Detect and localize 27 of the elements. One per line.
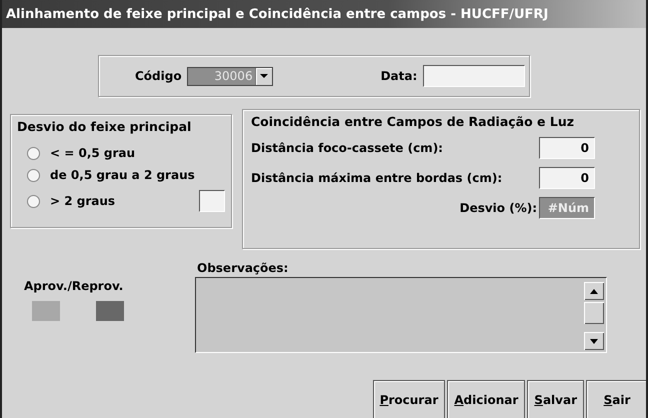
- notes-label: Observações:: [197, 261, 290, 275]
- window-title: Alinhamento de feixe principal e Coincidência entre campos - HUCFF/UFRJ: [2, 0, 646, 28]
- field-label: Distância máxima entre bordas (cm):: [251, 171, 504, 185]
- radio-button[interactable]: [27, 194, 40, 208]
- field-label: Desvio (%):: [458, 201, 538, 215]
- group-title: Desvio do feixe principal: [17, 119, 192, 134]
- radio-button[interactable]: [27, 146, 40, 160]
- approval-label: Aprov./Reprov.: [24, 279, 124, 293]
- number-field[interactable]: 0: [539, 167, 595, 189]
- group-title: Coincidência entre Campos de Radiação e Luz: [251, 114, 576, 129]
- date-field[interactable]: [423, 65, 526, 87]
- notes-field[interactable]: [195, 277, 607, 353]
- date-label: Data:: [380, 69, 418, 83]
- action-button[interactable]: Salvar: [527, 380, 584, 418]
- scroll-down-icon[interactable]: [584, 332, 604, 350]
- radio-label[interactable]: de 0,5 grau a 2 graus: [50, 168, 195, 182]
- action-button[interactable]: Sair: [586, 380, 646, 418]
- number-field[interactable]: 0: [539, 137, 595, 159]
- scroll-up-icon[interactable]: [584, 282, 604, 300]
- input-field[interactable]: [199, 190, 225, 212]
- radio-label[interactable]: > 2 graus: [50, 194, 116, 208]
- field-label: Distância foco-cassete (cm):: [251, 141, 444, 155]
- radio-button[interactable]: [27, 168, 40, 182]
- action-button[interactable]: Adicionar: [447, 380, 526, 418]
- radio-label[interactable]: < = 0,5 grau: [50, 146, 136, 160]
- code-label: Código: [135, 69, 182, 83]
- action-button[interactable]: Procurar: [372, 380, 446, 418]
